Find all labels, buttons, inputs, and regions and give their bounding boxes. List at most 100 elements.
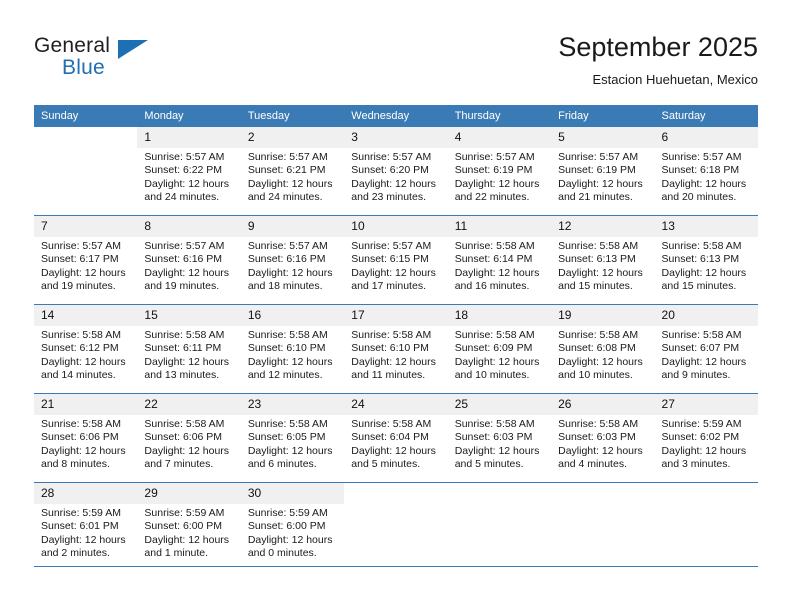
page-title: September 2025 <box>558 32 758 62</box>
sunrise-text: Sunrise: 5:57 AM <box>351 240 432 252</box>
sunrise-text: Sunrise: 5:57 AM <box>558 151 639 163</box>
day-number: 2 <box>240 127 345 148</box>
day-cell[interactable]: 28 Sunrise: 5:59 AM Sunset: 6:01 PM Dayl… <box>34 482 138 572</box>
day-number: 21 <box>34 394 138 415</box>
day-cell[interactable]: 16 Sunrise: 5:58 AM Sunset: 6:10 PM Dayl… <box>240 304 345 394</box>
sunset-text: Sunset: 6:19 PM <box>454 164 533 177</box>
day-cell[interactable]: 6 Sunrise: 5:57 AM Sunset: 6:18 PM Dayli… <box>654 126 758 216</box>
day-cell[interactable]: 21 Sunrise: 5:58 AM Sunset: 6:06 PM Dayl… <box>34 393 138 483</box>
day-cell[interactable]: 5 Sunrise: 5:57 AM Sunset: 6:19 PM Dayli… <box>551 126 655 216</box>
day-cell[interactable]: 24 Sunrise: 5:58 AM Sunset: 6:04 PM Dayl… <box>344 393 448 483</box>
logo-text-blue: Blue <box>62 56 105 79</box>
day-cell[interactable] <box>447 482 552 572</box>
daylight-text-line1: Daylight: 12 hours <box>558 177 643 190</box>
day-cell[interactable]: 17 Sunrise: 5:58 AM Sunset: 6:10 PM Dayl… <box>344 304 448 394</box>
daylight-text-line1: Daylight: 12 hours <box>144 177 230 190</box>
daylight-text-line2: and 0 minutes. <box>247 547 317 560</box>
day-cell[interactable]: 29 Sunrise: 5:59 AM Sunset: 6:00 PM Dayl… <box>137 482 241 572</box>
calendar-week-row: 28 Sunrise: 5:59 AM Sunset: 6:01 PM Dayl… <box>34 482 758 572</box>
day-cell[interactable]: 25 Sunrise: 5:58 AM Sunset: 6:03 PM Dayl… <box>447 393 552 483</box>
day-number: 29 <box>137 483 241 504</box>
day-cell[interactable] <box>551 482 655 572</box>
day-number: 14 <box>34 305 138 326</box>
daylight-text-line2: and 17 minutes. <box>351 280 426 293</box>
day-number: 10 <box>344 216 448 237</box>
day-cell[interactable]: 1 Sunrise: 5:57 AM Sunset: 6:22 PM Dayli… <box>137 126 241 216</box>
day-cell[interactable]: 13 Sunrise: 5:58 AM Sunset: 6:13 PM Dayl… <box>654 215 758 305</box>
sunrise-text: Sunrise: 5:58 AM <box>661 329 742 341</box>
day-cell[interactable]: 23 Sunrise: 5:58 AM Sunset: 6:05 PM Dayl… <box>240 393 345 483</box>
day-info: Sunrise: 5:58 AM Sunset: 6:13 PM Dayligh… <box>655 237 758 294</box>
day-cell[interactable]: 15 Sunrise: 5:58 AM Sunset: 6:11 PM Dayl… <box>137 304 241 394</box>
general-blue-logo[interactable]: General Blue <box>34 34 164 92</box>
calendar-body: 1 Sunrise: 5:57 AM Sunset: 6:22 PM Dayli… <box>34 126 758 572</box>
daylight-text-line2: and 14 minutes. <box>41 369 116 382</box>
sunset-text: Sunset: 6:16 PM <box>247 253 326 266</box>
daylight-text-line2: and 19 minutes. <box>144 280 220 293</box>
day-info: Sunrise: 5:59 AM Sunset: 6:00 PM Dayligh… <box>137 504 240 561</box>
day-cell[interactable]: 9 Sunrise: 5:57 AM Sunset: 6:16 PM Dayli… <box>240 215 345 305</box>
daylight-text-line2: and 5 minutes. <box>454 458 524 471</box>
day-cell[interactable]: 20 Sunrise: 5:58 AM Sunset: 6:07 PM Dayl… <box>654 304 758 394</box>
daylight-text-line1: Daylight: 12 hours <box>558 444 643 457</box>
day-cell[interactable]: 26 Sunrise: 5:58 AM Sunset: 6:03 PM Dayl… <box>551 393 655 483</box>
day-number: 23 <box>240 394 345 415</box>
daylight-text-line2: and 15 minutes. <box>661 280 737 293</box>
day-cell[interactable]: 11 Sunrise: 5:58 AM Sunset: 6:14 PM Dayl… <box>447 215 552 305</box>
title-block: September 2025 Estacion Huehuetan, Mexic… <box>558 30 758 90</box>
daylight-text-line2: and 4 minutes. <box>558 458 627 471</box>
daylight-text-line1: Daylight: 12 hours <box>247 177 333 190</box>
daylight-text-line2: and 6 minutes. <box>247 458 317 471</box>
sunrise-text: Sunrise: 5:57 AM <box>247 151 328 163</box>
day-cell[interactable]: 8 Sunrise: 5:57 AM Sunset: 6:16 PM Dayli… <box>137 215 241 305</box>
day-cell[interactable]: 2 Sunrise: 5:57 AM Sunset: 6:21 PM Dayli… <box>240 126 345 216</box>
daylight-text-line1: Daylight: 12 hours <box>41 355 126 368</box>
day-cell[interactable]: 30 Sunrise: 5:59 AM Sunset: 6:00 PM Dayl… <box>240 482 345 572</box>
day-info: Sunrise: 5:58 AM Sunset: 6:14 PM Dayligh… <box>448 237 551 294</box>
day-cell[interactable] <box>344 482 448 572</box>
day-cell[interactable]: 3 Sunrise: 5:57 AM Sunset: 6:20 PM Dayli… <box>344 126 448 216</box>
daylight-text-line2: and 7 minutes. <box>144 458 214 471</box>
sunrise-text: Sunrise: 5:57 AM <box>351 151 432 163</box>
day-info: Sunrise: 5:58 AM Sunset: 6:06 PM Dayligh… <box>34 415 137 472</box>
sunset-text: Sunset: 6:09 PM <box>454 342 533 355</box>
day-info: Sunrise: 5:59 AM Sunset: 6:02 PM Dayligh… <box>655 415 758 472</box>
sunrise-text: Sunrise: 5:58 AM <box>144 418 225 430</box>
day-cell[interactable]: 12 Sunrise: 5:58 AM Sunset: 6:13 PM Dayl… <box>551 215 655 305</box>
day-cell[interactable]: 7 Sunrise: 5:57 AM Sunset: 6:17 PM Dayli… <box>34 215 138 305</box>
daylight-text-line2: and 5 minutes. <box>351 458 421 471</box>
daylight-text-line2: and 10 minutes. <box>558 369 633 382</box>
day-cell[interactable]: 22 Sunrise: 5:58 AM Sunset: 6:06 PM Dayl… <box>137 393 241 483</box>
day-cell[interactable]: 19 Sunrise: 5:58 AM Sunset: 6:08 PM Dayl… <box>551 304 655 394</box>
calendar-table: Sunday Monday Tuesday Wednesday Thursday… <box>34 105 758 572</box>
day-cell[interactable]: 27 Sunrise: 5:59 AM Sunset: 6:02 PM Dayl… <box>654 393 758 483</box>
day-cell[interactable] <box>34 126 138 216</box>
sunset-text: Sunset: 6:00 PM <box>247 520 326 533</box>
calendar-page: General Blue September 2025 Estacion Hue… <box>0 0 792 612</box>
calendar-week-row: 7 Sunrise: 5:57 AM Sunset: 6:17 PM Dayli… <box>34 215 758 305</box>
day-info: Sunrise: 5:58 AM Sunset: 6:12 PM Dayligh… <box>34 326 137 383</box>
day-cell[interactable]: 14 Sunrise: 5:58 AM Sunset: 6:12 PM Dayl… <box>34 304 138 394</box>
day-cell[interactable]: 4 Sunrise: 5:57 AM Sunset: 6:19 PM Dayli… <box>447 126 552 216</box>
day-info: Sunrise: 5:57 AM Sunset: 6:22 PM Dayligh… <box>137 148 240 205</box>
day-info: Sunrise: 5:57 AM Sunset: 6:15 PM Dayligh… <box>344 237 447 294</box>
sunset-text: Sunset: 6:18 PM <box>661 164 740 177</box>
day-info: Sunrise: 5:57 AM Sunset: 6:16 PM Dayligh… <box>137 237 240 294</box>
day-number: 5 <box>551 127 655 148</box>
day-cell[interactable]: 10 Sunrise: 5:57 AM Sunset: 6:15 PM Dayl… <box>344 215 448 305</box>
sunrise-text: Sunrise: 5:57 AM <box>454 151 535 163</box>
weekday-header-saturday: Saturday <box>654 105 758 127</box>
day-info: Sunrise: 5:59 AM Sunset: 6:00 PM Dayligh… <box>241 504 344 561</box>
sunset-text: Sunset: 6:05 PM <box>247 431 326 444</box>
day-number <box>34 127 138 148</box>
daylight-text-line2: and 8 minutes. <box>41 458 110 471</box>
day-cell[interactable] <box>654 482 758 572</box>
daylight-text-line1: Daylight: 12 hours <box>661 355 747 368</box>
sunrise-text: Sunrise: 5:58 AM <box>41 329 121 341</box>
day-info: Sunrise: 5:58 AM Sunset: 6:03 PM Dayligh… <box>448 415 551 472</box>
daylight-text-line1: Daylight: 12 hours <box>247 533 333 546</box>
day-cell[interactable]: 18 Sunrise: 5:58 AM Sunset: 6:09 PM Dayl… <box>447 304 552 394</box>
daylight-text-line1: Daylight: 12 hours <box>144 266 230 279</box>
day-number: 4 <box>447 127 552 148</box>
sunset-text: Sunset: 6:02 PM <box>661 431 740 444</box>
